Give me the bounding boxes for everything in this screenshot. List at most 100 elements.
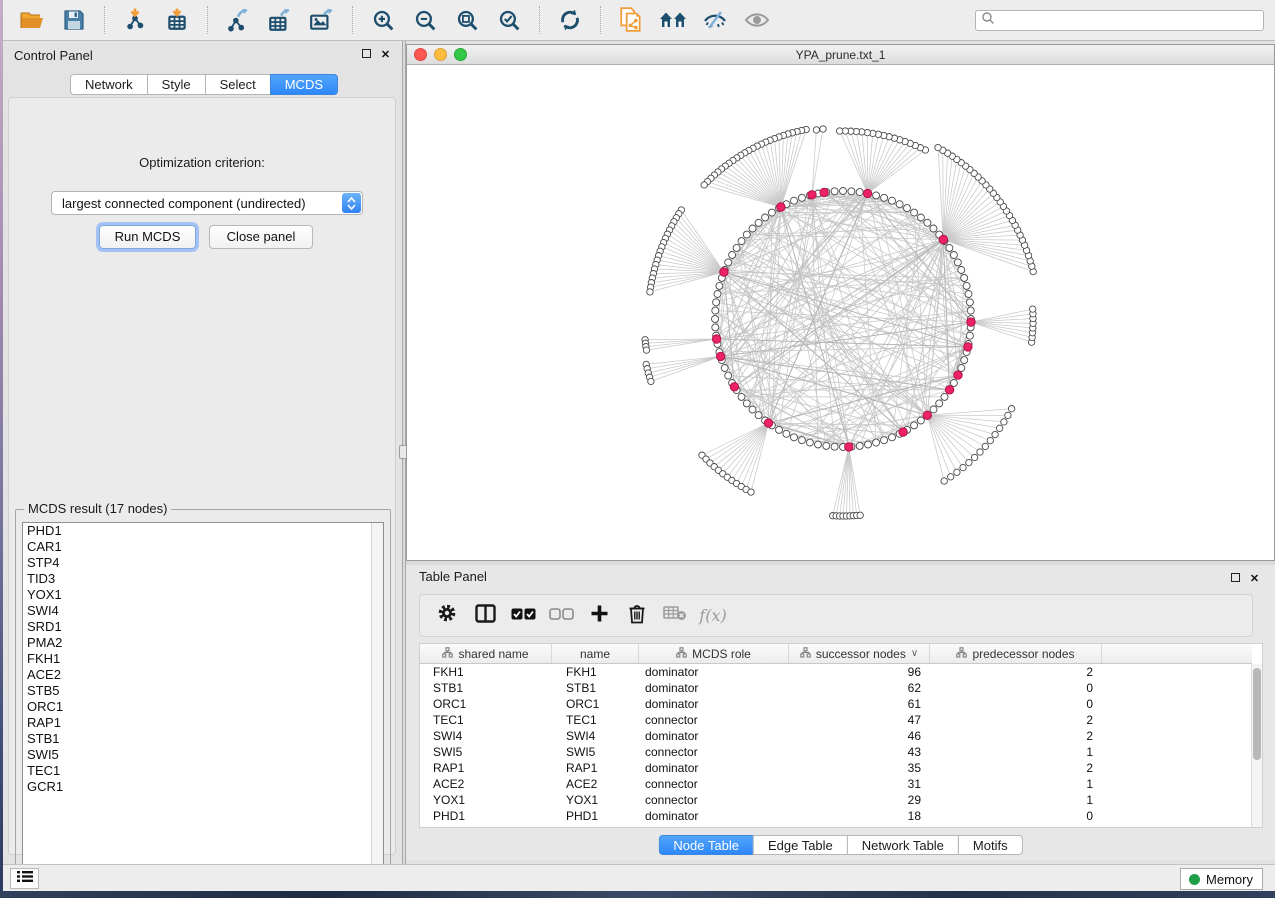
network-canvas[interactable] [407,65,1274,560]
mcds-result-item[interactable]: GCR1 [23,779,383,795]
import-network-button[interactable] [118,4,152,36]
cell-shared_name[interactable]: SWI5 [420,744,552,760]
hide-selected-button[interactable] [698,4,732,36]
mcds-result-item[interactable]: STP4 [23,555,383,571]
cell-successor_nodes[interactable]: 29 [789,792,930,808]
cell-mcds_role[interactable]: connector [639,776,789,792]
mcds-result-item[interactable]: STB5 [23,683,383,699]
cell-mcds_role[interactable]: dominator [639,808,789,824]
cell-name[interactable]: YOX1 [552,792,639,808]
cell-mcds_role[interactable]: dominator [639,696,789,712]
mcds-result-item[interactable]: FKH1 [23,651,383,667]
cell-name[interactable]: RAP1 [552,760,639,776]
cell-mcds_role[interactable]: dominator [639,680,789,696]
cell-mcds_role[interactable]: dominator [639,760,789,776]
cell-successor_nodes[interactable]: 47 [789,712,930,728]
show-all-button[interactable] [740,4,774,36]
cell-successor_nodes[interactable]: 18 [789,808,930,824]
cell-shared_name[interactable]: TEC1 [420,712,552,728]
cell-mcds_role[interactable]: dominator [639,664,789,680]
cell-name[interactable]: ORC1 [552,696,639,712]
close-panel-button[interactable]: Close panel [209,225,313,249]
table-row[interactable]: YOX1YOX1connector291 [420,792,1252,808]
cell-successor_nodes[interactable]: 96 [789,664,930,680]
zoom-out-button[interactable] [408,4,442,36]
column-header-MCDS-role[interactable]: MCDS role [639,644,789,663]
table-row[interactable]: SWI4SWI4dominator462 [420,728,1252,744]
save-session-button[interactable] [57,4,91,36]
cell-name[interactable]: SWI4 [552,728,639,744]
tab-style[interactable]: Style [147,74,206,95]
table-row[interactable]: TEC1TEC1connector472 [420,712,1252,728]
cell-predecessor_nodes[interactable]: 2 [930,728,1102,744]
panel-list-button[interactable] [10,868,39,889]
cell-name[interactable]: FKH1 [552,664,639,680]
show-all-columns-button[interactable] [505,600,541,632]
cell-name[interactable]: TEC1 [552,712,639,728]
column-header-predecessor-nodes[interactable]: predecessor nodes [930,644,1102,663]
mcds-result-item[interactable]: TID3 [23,571,383,587]
control-panel-close-button[interactable]: ✕ [379,49,392,62]
cell-mcds_role[interactable]: connector [639,744,789,760]
tab-network[interactable]: Network [70,74,148,95]
tab-network-table[interactable]: Network Table [847,835,959,855]
export-table-button[interactable] [263,4,297,36]
cell-predecessor_nodes[interactable]: 2 [930,712,1102,728]
column-header-name[interactable]: name [552,644,639,663]
table-row[interactable]: STB1STB1dominator620 [420,680,1252,696]
add-column-button[interactable] [581,600,617,632]
zoom-fit-button[interactable] [450,4,484,36]
cell-shared_name[interactable]: YOX1 [420,792,552,808]
cell-predecessor_nodes[interactable]: 0 [930,696,1102,712]
table-row[interactable]: ACE2ACE2connector311 [420,776,1252,792]
column-settings-button[interactable] [429,600,465,632]
cybrowser-button[interactable] [656,4,690,36]
export-image-button[interactable] [305,4,339,36]
open-session-button[interactable] [15,4,49,36]
tab-select[interactable]: Select [205,74,271,95]
column-header-shared-name[interactable]: shared name [420,644,552,663]
table-panel-float-button[interactable] [1229,573,1242,586]
hide-all-columns-button[interactable] [543,600,579,632]
memory-button[interactable]: Memory [1180,868,1263,890]
cell-successor_nodes[interactable]: 62 [789,680,930,696]
cell-shared_name[interactable]: FKH1 [420,664,552,680]
mcds-result-item[interactable]: PMA2 [23,635,383,651]
search-input[interactable] [995,12,1263,29]
mcds-result-item[interactable]: PHD1 [23,523,383,539]
result-list-scrollbar[interactable] [371,523,383,874]
mcds-result-item[interactable]: SWI4 [23,603,383,619]
mcds-result-item[interactable]: SWI5 [23,747,383,763]
table-row[interactable]: PHD1PHD1dominator180 [420,808,1252,824]
table-scrollbar-thumb[interactable] [1253,668,1261,760]
mcds-result-item[interactable]: SRD1 [23,619,383,635]
tab-motifs[interactable]: Motifs [958,835,1023,855]
cell-predecessor_nodes[interactable]: 2 [930,760,1102,776]
cell-mcds_role[interactable]: dominator [639,728,789,744]
import-table-button[interactable] [160,4,194,36]
apply-layout-button[interactable] [553,4,587,36]
cell-predecessor_nodes[interactable]: 1 [930,744,1102,760]
mcds-result-item[interactable]: YOX1 [23,587,383,603]
cell-mcds_role[interactable]: connector [639,712,789,728]
tab-node-table[interactable]: Node Table [658,835,754,855]
mcds-result-item[interactable]: ACE2 [23,667,383,683]
column-header-successor-nodes[interactable]: successor nodes∨ [789,644,930,663]
cell-predecessor_nodes[interactable]: 1 [930,792,1102,808]
zoom-selected-button[interactable] [492,4,526,36]
zoom-in-button[interactable] [366,4,400,36]
cell-shared_name[interactable]: PHD1 [420,808,552,824]
cell-predecessor_nodes[interactable]: 2 [930,664,1102,680]
tab-edge-table[interactable]: Edge Table [753,835,848,855]
cell-shared_name[interactable]: ORC1 [420,696,552,712]
clone-network-button[interactable] [614,4,648,36]
tab-mcds[interactable]: MCDS [270,74,338,95]
table-panel-close-button[interactable]: ✕ [1248,573,1261,586]
criterion-dropdown[interactable]: largest connected component (undirected) [51,191,363,215]
cell-name[interactable]: ACE2 [552,776,639,792]
cell-predecessor_nodes[interactable]: 0 [930,680,1102,696]
toggle-panes-button[interactable] [467,600,503,632]
mcds-result-item[interactable]: CAR1 [23,539,383,555]
cell-predecessor_nodes[interactable]: 1 [930,776,1102,792]
cell-name[interactable]: SWI5 [552,744,639,760]
